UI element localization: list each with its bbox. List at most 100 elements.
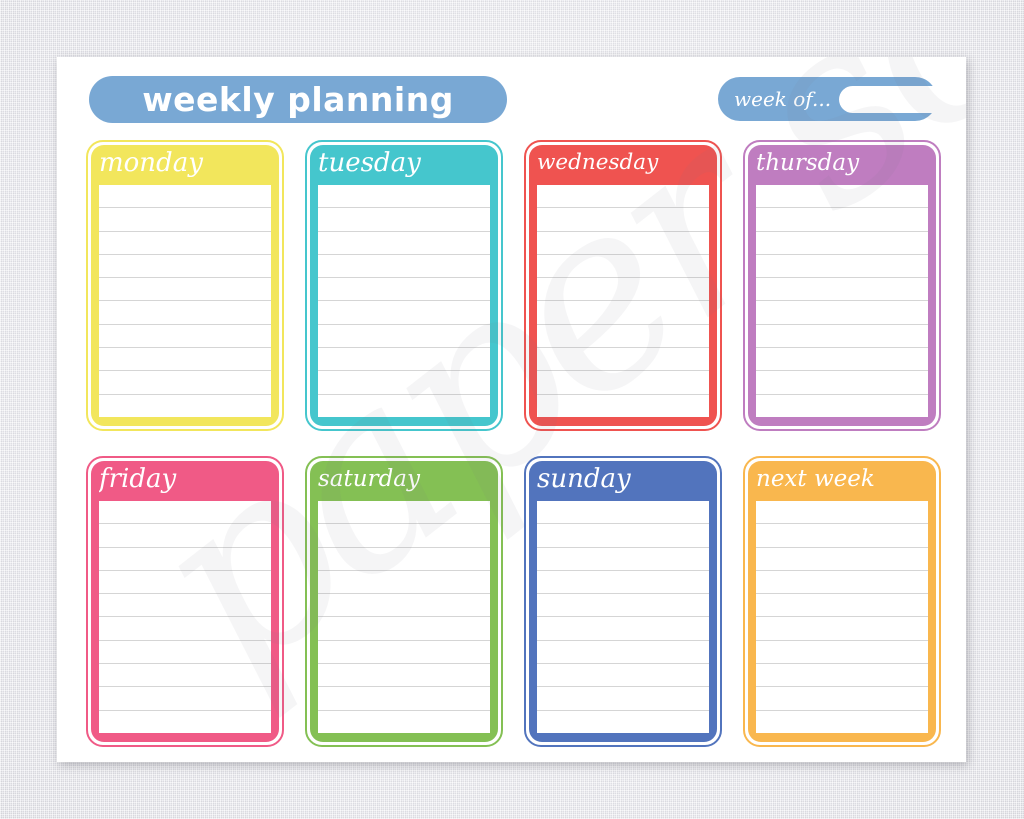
- note-line[interactable]: [318, 185, 490, 209]
- day-card-saturday: saturday: [305, 456, 503, 747]
- notes-area-wednesday[interactable]: [537, 185, 709, 417]
- note-line[interactable]: [318, 208, 490, 232]
- note-line[interactable]: [318, 571, 490, 595]
- note-line[interactable]: [537, 395, 709, 417]
- note-line[interactable]: [318, 325, 490, 349]
- page-title-pill: weekly planning: [89, 75, 507, 123]
- note-line[interactable]: [756, 278, 928, 302]
- note-line[interactable]: [756, 711, 928, 733]
- note-line[interactable]: [537, 232, 709, 255]
- note-line[interactable]: [756, 571, 928, 595]
- note-line[interactable]: [756, 548, 928, 571]
- day-card-grid: monday tuesday wednesday thursday friday satu…: [86, 140, 941, 748]
- note-line[interactable]: [537, 255, 709, 279]
- note-line[interactable]: [537, 617, 709, 641]
- note-line[interactable]: [756, 664, 928, 688]
- note-line[interactable]: [537, 371, 709, 395]
- note-line[interactable]: [99, 617, 271, 641]
- note-line[interactable]: [99, 571, 271, 595]
- note-line[interactable]: [318, 255, 490, 279]
- note-line[interactable]: [99, 524, 271, 548]
- note-line[interactable]: [318, 548, 490, 571]
- note-line[interactable]: [537, 301, 709, 325]
- note-line[interactable]: [318, 278, 490, 302]
- note-line[interactable]: [318, 524, 490, 548]
- note-line[interactable]: [318, 371, 490, 395]
- note-line[interactable]: [756, 641, 928, 665]
- note-line[interactable]: [318, 301, 490, 325]
- note-line[interactable]: [537, 641, 709, 665]
- note-line[interactable]: [537, 594, 709, 618]
- day-card-tuesday: tuesday: [305, 140, 503, 431]
- week-of-input[interactable]: [839, 85, 966, 113]
- week-of-label: week of...: [734, 87, 832, 111]
- note-line[interactable]: [537, 664, 709, 688]
- note-line[interactable]: [756, 524, 928, 548]
- note-line[interactable]: [756, 185, 928, 209]
- note-line[interactable]: [756, 348, 928, 372]
- note-line[interactable]: [537, 571, 709, 595]
- note-line[interactable]: [756, 208, 928, 232]
- note-line[interactable]: [537, 548, 709, 571]
- note-line[interactable]: [318, 395, 490, 417]
- note-line[interactable]: [318, 641, 490, 665]
- note-line[interactable]: [99, 395, 271, 417]
- note-line[interactable]: [99, 348, 271, 372]
- note-line[interactable]: [99, 185, 271, 209]
- note-line[interactable]: [537, 325, 709, 349]
- note-line[interactable]: [537, 348, 709, 372]
- day-title-tuesday: tuesday: [318, 148, 421, 178]
- note-line[interactable]: [537, 278, 709, 302]
- note-line[interactable]: [99, 501, 271, 525]
- notes-area-thursday[interactable]: [756, 185, 928, 417]
- note-line[interactable]: [99, 278, 271, 302]
- day-card-nextweek: next week: [743, 456, 941, 747]
- day-title-friday: friday: [99, 464, 177, 494]
- note-line[interactable]: [756, 395, 928, 417]
- notes-area-saturday[interactable]: [318, 501, 490, 733]
- note-line[interactable]: [318, 348, 490, 372]
- note-line[interactable]: [99, 232, 271, 255]
- notes-area-nextweek[interactable]: [756, 501, 928, 733]
- day-card-wednesday: wednesday: [524, 140, 722, 431]
- note-line[interactable]: [756, 617, 928, 641]
- note-line[interactable]: [318, 594, 490, 618]
- note-line[interactable]: [99, 371, 271, 395]
- note-line[interactable]: [318, 232, 490, 255]
- note-line[interactable]: [318, 501, 490, 525]
- note-line[interactable]: [99, 255, 271, 279]
- day-card-thursday: thursday: [743, 140, 941, 431]
- note-line[interactable]: [99, 687, 271, 711]
- note-line[interactable]: [99, 208, 271, 232]
- note-line[interactable]: [537, 687, 709, 711]
- note-line[interactable]: [318, 687, 490, 711]
- note-line[interactable]: [318, 617, 490, 641]
- notes-area-tuesday[interactable]: [318, 185, 490, 417]
- note-line[interactable]: [756, 232, 928, 255]
- note-line[interactable]: [756, 325, 928, 349]
- note-line[interactable]: [756, 255, 928, 279]
- note-line[interactable]: [537, 711, 709, 733]
- note-line[interactable]: [99, 325, 271, 349]
- note-line[interactable]: [756, 501, 928, 525]
- note-line[interactable]: [99, 548, 271, 571]
- notes-area-sunday[interactable]: [537, 501, 709, 733]
- note-line[interactable]: [756, 301, 928, 325]
- note-line[interactable]: [99, 594, 271, 618]
- notes-area-friday[interactable]: [99, 501, 271, 733]
- note-line[interactable]: [318, 664, 490, 688]
- header-row: weekly planning week of...: [89, 75, 966, 123]
- note-line[interactable]: [99, 711, 271, 733]
- note-line[interactable]: [537, 185, 709, 209]
- note-line[interactable]: [99, 664, 271, 688]
- notes-area-monday[interactable]: [99, 185, 271, 417]
- note-line[interactable]: [756, 687, 928, 711]
- note-line[interactable]: [537, 208, 709, 232]
- note-line[interactable]: [537, 501, 709, 525]
- note-line[interactable]: [99, 301, 271, 325]
- note-line[interactable]: [756, 371, 928, 395]
- note-line[interactable]: [318, 711, 490, 733]
- note-line[interactable]: [99, 641, 271, 665]
- note-line[interactable]: [537, 524, 709, 548]
- note-line[interactable]: [756, 594, 928, 618]
